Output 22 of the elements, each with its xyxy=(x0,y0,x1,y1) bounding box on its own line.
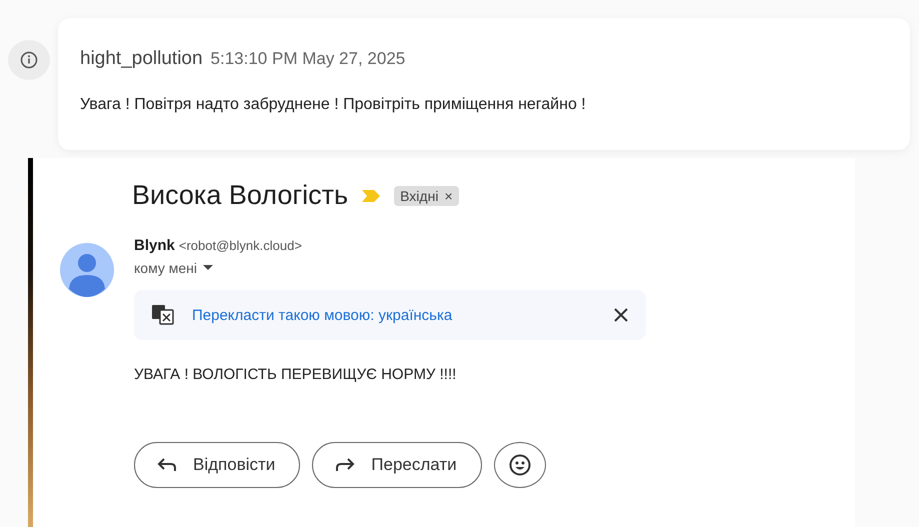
notification-message: Увага ! Повітря надто забруднене ! Провітріть приміщення негайно ! xyxy=(80,96,587,114)
label-text: Вхідні xyxy=(400,188,438,204)
reply-button[interactable]: Відповісти xyxy=(134,442,300,488)
forward-button[interactable]: Переслати xyxy=(312,442,482,488)
recipient-dropdown[interactable]: кому мені xyxy=(134,260,213,276)
sender-name: Blynk xyxy=(134,237,175,254)
close-button[interactable] xyxy=(614,308,628,322)
email-subject: Висока Вологість xyxy=(132,180,348,211)
forward-icon xyxy=(335,457,356,473)
info-icon xyxy=(8,40,50,80)
event-name: hight_pollution xyxy=(80,48,203,70)
translate-link[interactable]: Перекласти такою мовою: українська xyxy=(192,306,596,324)
email-body: УВАГА ! ВОЛОГІСТЬ ПЕРЕВИЩУЄ НОРМУ !!!! xyxy=(134,366,458,383)
translate-icon xyxy=(152,305,174,325)
reply-icon xyxy=(157,457,177,473)
avatar-icon xyxy=(58,243,116,297)
emoji-button[interactable] xyxy=(494,442,546,488)
caret-icon xyxy=(203,265,213,271)
remove-label-button[interactable]: × xyxy=(444,188,453,204)
sender-address: <robot@blynk.cloud> xyxy=(178,238,302,253)
smiley-icon xyxy=(508,454,531,476)
timestamp: 5:13:10 PM May 27, 2025 xyxy=(210,49,406,69)
